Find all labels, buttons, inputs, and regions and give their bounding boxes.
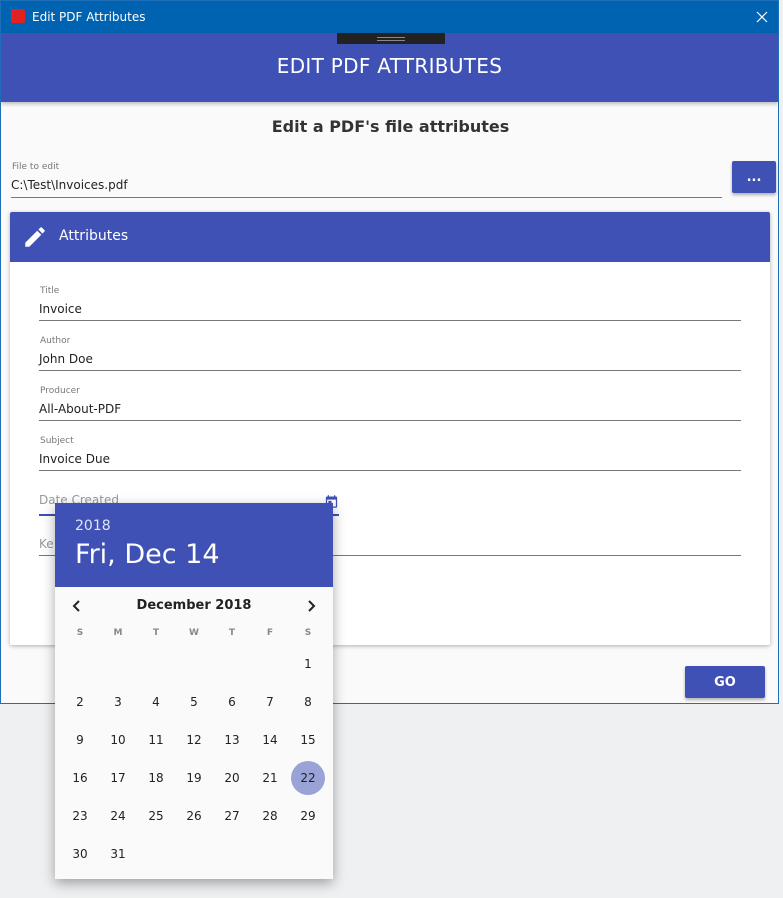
day-cell[interactable]: 25	[139, 799, 173, 833]
day-cell[interactable]: 26	[177, 799, 211, 833]
app-header: EDIT PDF ATTRIBUTES	[1, 33, 778, 102]
title-input[interactable]: Invoice	[39, 302, 82, 316]
drag-handle[interactable]	[337, 33, 445, 44]
weekday-label: T	[228, 628, 236, 638]
day-cell[interactable]: 11	[139, 723, 173, 757]
day-cell[interactable]: 17	[101, 761, 135, 795]
title-underline	[39, 320, 741, 321]
day-cell[interactable]: 8	[291, 685, 325, 719]
browse-button[interactable]: ...	[732, 161, 776, 193]
day-cell[interactable]: 27	[215, 799, 249, 833]
day-cell[interactable]: 28	[253, 799, 287, 833]
file-label: File to edit	[12, 162, 60, 172]
weekday-label: S	[304, 628, 312, 638]
producer-label: Producer	[40, 386, 80, 396]
keywords-input[interactable]: Ke	[39, 537, 54, 551]
day-cell[interactable]: 4	[139, 685, 173, 719]
weekday-label: M	[113, 628, 123, 638]
file-underline	[11, 197, 722, 198]
subject-underline	[39, 470, 741, 471]
day-cell[interactable]: 20	[215, 761, 249, 795]
day-cell[interactable]: 19	[177, 761, 211, 795]
producer-underline	[39, 420, 741, 421]
day-cell[interactable]: 10	[101, 723, 135, 757]
day-cell[interactable]: 2	[63, 685, 97, 719]
day-cell[interactable]: 3	[101, 685, 135, 719]
day-cell[interactable]: 7	[253, 685, 287, 719]
close-icon	[756, 11, 768, 23]
day-cell[interactable]: 18	[139, 761, 173, 795]
day-cell[interactable]: 14	[253, 723, 287, 757]
producer-input[interactable]: All-About-PDF	[39, 402, 121, 416]
month-label: December 2018	[136, 598, 252, 613]
weekday-label: T	[152, 628, 160, 638]
weekday-label: F	[266, 628, 274, 638]
picker-selected-date: Fri, Dec 14	[75, 539, 220, 570]
day-cell[interactable]: 30	[63, 837, 97, 871]
day-cell[interactable]: 21	[253, 761, 287, 795]
picker-year[interactable]: 2018	[75, 518, 111, 534]
next-month-button[interactable]	[301, 596, 321, 616]
pdf-app-icon	[11, 9, 25, 23]
chevron-right-icon	[308, 600, 316, 612]
author-input[interactable]: John Doe	[39, 352, 93, 366]
weekday-label: W	[189, 628, 199, 638]
day-cell[interactable]: 15	[291, 723, 325, 757]
day-cell[interactable]: 6	[215, 685, 249, 719]
day-cell-selected[interactable]: 22	[291, 761, 325, 795]
attributes-title: Attributes	[59, 228, 129, 244]
author-underline	[39, 370, 741, 371]
close-button[interactable]	[746, 1, 778, 33]
weekday-label: S	[76, 628, 84, 638]
date-picker-header: 2018 Fri, Dec 14	[55, 503, 333, 587]
go-button[interactable]: GO	[685, 666, 765, 698]
title-bar[interactable]: Edit PDF Attributes	[1, 1, 778, 33]
author-label: Author	[40, 336, 71, 346]
date-picker-popup: 2018 Fri, Dec 14 December 2018 SMTWTFS 1…	[55, 503, 333, 879]
subject-input[interactable]: Invoice Due	[39, 452, 110, 466]
day-cell[interactable]: 24	[101, 799, 135, 833]
day-cell[interactable]: 23	[63, 799, 97, 833]
header-title: EDIT PDF ATTRIBUTES	[276, 54, 503, 78]
subject-label: Subject	[40, 436, 74, 446]
day-cell[interactable]: 1	[291, 647, 325, 681]
title-label: Title	[40, 286, 60, 296]
attributes-card-header: Attributes	[10, 212, 770, 262]
window-title: Edit PDF Attributes	[32, 10, 146, 24]
page-subtitle: Edit a PDF's file attributes	[271, 117, 510, 136]
pencil-icon	[25, 227, 45, 247]
day-cell[interactable]: 29	[291, 799, 325, 833]
day-cell[interactable]: 31	[101, 837, 135, 871]
day-cell[interactable]: 9	[63, 723, 97, 757]
day-cell[interactable]: 12	[177, 723, 211, 757]
day-cell[interactable]: 13	[215, 723, 249, 757]
file-input[interactable]: C:\Test\Invoices.pdf	[11, 178, 128, 192]
day-cell[interactable]: 16	[63, 761, 97, 795]
day-cell[interactable]: 5	[177, 685, 211, 719]
